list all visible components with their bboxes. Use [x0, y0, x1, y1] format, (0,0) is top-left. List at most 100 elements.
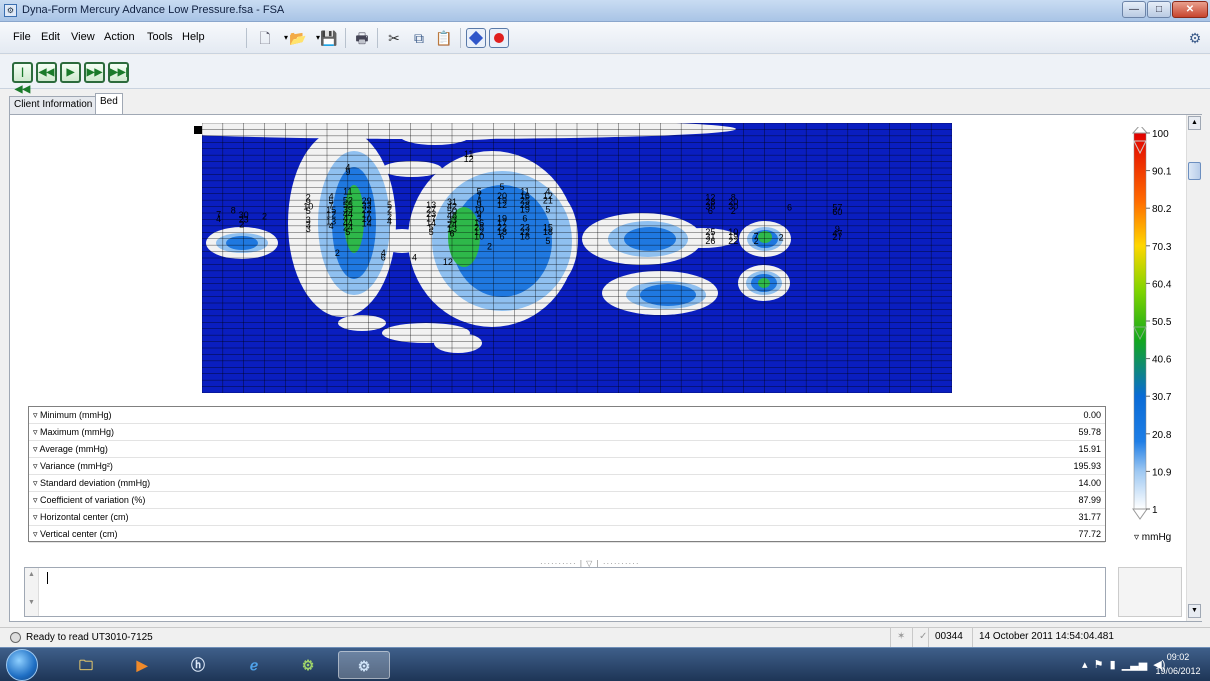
- pressure-region-high: [758, 278, 770, 288]
- sensor-value-label: 5: [345, 227, 350, 237]
- sensor-value-label: 2: [335, 248, 340, 258]
- sensor-value-label: 2: [487, 242, 492, 252]
- app-icon: ⚙: [4, 4, 17, 17]
- sensor-value-label: 5: [545, 204, 550, 214]
- copy-icon[interactable]: ⧉: [409, 28, 429, 48]
- title-bar: ⚙ Dyna-Form Mercury Advance Low Pressure…: [0, 0, 1210, 22]
- sensor-value-label: 4: [387, 217, 392, 227]
- sensor-value-label: 6: [499, 231, 504, 241]
- sensor-value-label: 5: [545, 236, 550, 246]
- taskbar-clock[interactable]: 09:02 19/06/2012: [1152, 650, 1204, 678]
- stat-value: 14.00: [1078, 478, 1101, 488]
- close-button[interactable]: ✕: [1172, 1, 1208, 18]
- clock-date: 19/06/2012: [1155, 666, 1201, 676]
- fsa-app-taskbar-icon[interactable]: ⚙: [338, 651, 390, 679]
- status-timestamp: 14 October 2011 14:54:04.481: [972, 628, 1210, 647]
- stat-label: ▿ Vertical center (cm): [33, 529, 118, 539]
- window-title: Dyna-Form Mercury Advance Low Pressure.f…: [22, 4, 285, 16]
- stat-row-average[interactable]: ▿ Average (mmHg) 15.91: [29, 441, 1105, 458]
- legend-unit: ▿ mmHg: [1134, 532, 1172, 543]
- internet-explorer-icon[interactable]: ℯ: [228, 651, 280, 679]
- sensor-value-label: 6: [449, 229, 454, 239]
- stat-row-variance[interactable]: ▿ Variance (mmHg²) 195.93: [29, 458, 1105, 475]
- network-icon[interactable]: ⚙: [282, 651, 334, 679]
- sensor-value-label: 60: [832, 207, 842, 217]
- scroll-up-icon[interactable]: ▲: [1188, 116, 1201, 130]
- media-player-icon[interactable]: ▶: [116, 651, 168, 679]
- start-button[interactable]: [6, 649, 38, 681]
- menu-view[interactable]: View: [71, 31, 95, 43]
- stat-value: 15.91: [1078, 444, 1101, 454]
- stat-row-horizontal-center[interactable]: ▿ Horizontal center (cm) 31.77: [29, 509, 1105, 526]
- menu-edit[interactable]: Edit: [41, 31, 60, 43]
- menu-action[interactable]: Action: [104, 31, 135, 43]
- stat-row-standard-deviation[interactable]: ▿ Standard deviation (mmHg) 14.00: [29, 475, 1105, 492]
- paste-icon[interactable]: 📋: [434, 28, 454, 48]
- open-folder-icon[interactable]: 📂: [288, 28, 308, 48]
- cut-icon[interactable]: ✂: [384, 28, 404, 48]
- menu-toolbar: File Edit View Action Tools Help 🗋 ▾ 📂 ▾…: [0, 22, 1210, 54]
- menu-tools[interactable]: Tools: [147, 31, 173, 43]
- stat-value: 87.99: [1078, 495, 1101, 505]
- sensor-value-label: 27: [832, 232, 842, 242]
- stat-row-maximum[interactable]: ▿ Maximum (mmHg) 59.78: [29, 424, 1105, 441]
- stat-row-coefficient-of-variation[interactable]: ▿ Coefficient of variation (%) 87.99: [29, 492, 1105, 509]
- vertical-scrollbar[interactable]: ▲ ▼: [1186, 115, 1202, 621]
- sensor-value-label: 26: [705, 236, 715, 246]
- print-icon[interactable]: 🖶: [352, 28, 372, 48]
- status-frame-number: 00344: [928, 628, 969, 647]
- sensor-value-label: 6: [787, 202, 792, 212]
- stat-row-minimum[interactable]: ▿ Minimum (mmHg) 0.00: [29, 407, 1105, 424]
- stat-label: ▿ Standard deviation (mmHg): [33, 478, 151, 488]
- minimize-button[interactable]: —: [1122, 1, 1146, 18]
- sensor-value-label: 6: [381, 253, 386, 263]
- stat-label: ▿ Coefficient of variation (%): [33, 495, 146, 505]
- sensor-value-label: 12: [497, 200, 507, 210]
- pressure-region: [414, 124, 518, 140]
- sensor-value-label: 8: [231, 206, 236, 216]
- pressure-region-medium: [624, 227, 676, 251]
- stop-icon[interactable]: [466, 28, 486, 48]
- first-frame-button[interactable]: |◀◀: [12, 62, 33, 95]
- pressure-region: [434, 333, 482, 353]
- stat-label: ▿ Average (mmHg): [33, 444, 108, 454]
- legend-bottom-arrow-icon[interactable]: [1132, 508, 1148, 520]
- bed-panel: 11 12 4 9 8 7 4 30 23 2 2 2 9 10 5 4 5 7 15 12 11 52 55 39 44 47 4…: [9, 114, 1202, 622]
- legend-tick-label: 50.5: [1152, 317, 1172, 328]
- sensor-value-label: 9: [345, 167, 350, 177]
- legend-tick-label: 1: [1152, 505, 1158, 516]
- sensor-value-label: 2: [754, 236, 759, 246]
- menu-file[interactable]: File: [13, 31, 31, 43]
- app-switch-icon[interactable]: ⚙: [1185, 28, 1205, 48]
- stat-row-vertical-center[interactable]: ▿ Vertical center (cm) 77.72: [29, 526, 1105, 543]
- legend-color-bar: [1133, 132, 1147, 510]
- explorer-icon[interactable]: 🗀: [60, 651, 112, 679]
- last-frame-button[interactable]: ▶▶|: [108, 62, 129, 83]
- tab-client-information[interactable]: Client Information: [9, 96, 98, 114]
- notes-textarea[interactable]: ▲ ▼: [24, 567, 1106, 617]
- sensor-value-label: 5: [429, 227, 434, 237]
- menu-help[interactable]: Help: [182, 31, 205, 43]
- toolbar-separator: [377, 28, 378, 48]
- pressure-heatmap: 111249874 3023 222910545715121152553944474…: [202, 123, 952, 393]
- previous-frame-button[interactable]: ◀◀: [36, 62, 57, 83]
- tab-bed[interactable]: Bed: [95, 93, 123, 114]
- play-button[interactable]: ▶: [60, 62, 81, 83]
- status-ready-icon: [10, 632, 21, 643]
- toolbar-separator: [246, 28, 247, 48]
- legend-top-arrow-icon[interactable]: [1132, 127, 1149, 134]
- hp-icon[interactable]: ⓗ: [172, 651, 224, 679]
- stat-value: 195.93: [1073, 461, 1101, 471]
- notes-scrollbar[interactable]: ▲ ▼: [25, 568, 39, 616]
- heatmap-origin-marker: [194, 126, 202, 134]
- sensor-value-label: 2: [262, 211, 267, 221]
- new-file-icon[interactable]: 🗋: [255, 28, 275, 48]
- scroll-down-icon[interactable]: ▼: [1188, 604, 1201, 618]
- record-icon[interactable]: [489, 28, 509, 48]
- save-icon[interactable]: 💾: [319, 28, 339, 48]
- scroll-thumb[interactable]: [1188, 162, 1201, 180]
- stat-label: ▿ Maximum (mmHg): [33, 427, 115, 437]
- next-frame-button[interactable]: ▶▶: [84, 62, 105, 83]
- maximize-button[interactable]: □: [1147, 1, 1171, 18]
- sensor-value-label: 12: [443, 257, 453, 267]
